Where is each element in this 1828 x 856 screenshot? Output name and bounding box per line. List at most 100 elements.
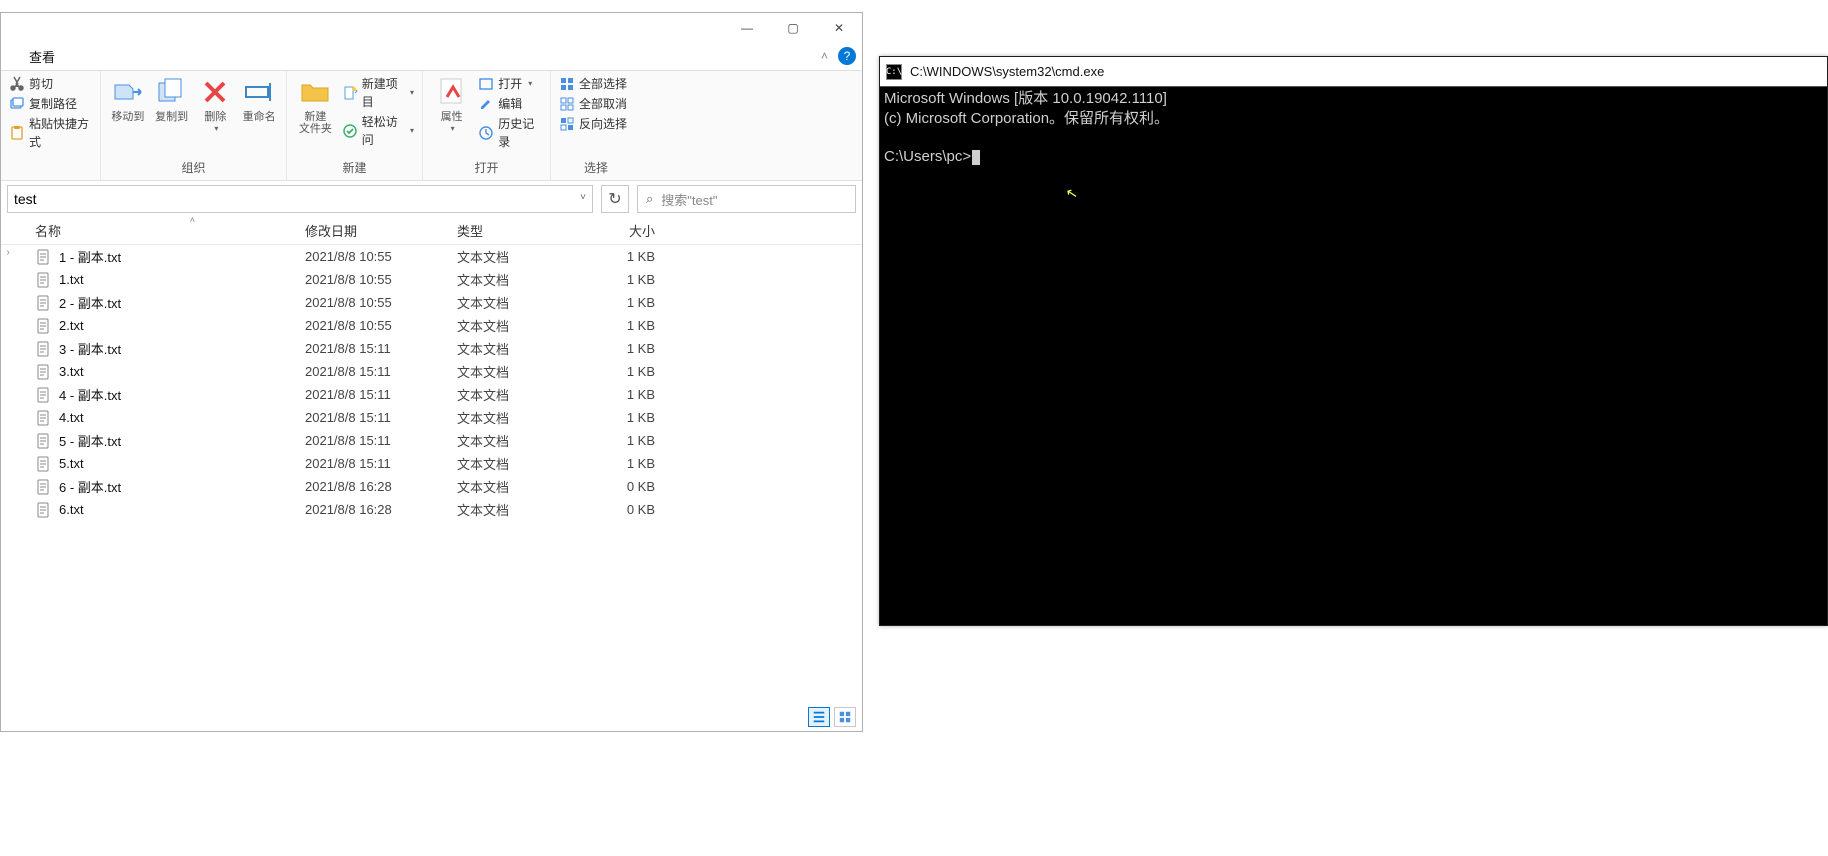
file-size: 1 KB (585, 249, 665, 264)
file-row[interactable]: 5 - 副本.txt2021/8/8 15:11文本文档1 KB (1, 429, 862, 452)
new-folder-label: 新建 文件夹 (299, 111, 332, 135)
file-size: 0 KB (585, 502, 665, 517)
close-button[interactable]: ✕ (816, 13, 862, 43)
paste-shortcut-icon (9, 125, 25, 141)
mouse-pointer-icon: ↖ (1064, 184, 1079, 204)
file-row[interactable]: 6.txt2021/8/8 16:28文本文档0 KB (1, 498, 862, 521)
file-name: 6 - 副本.txt (59, 477, 305, 496)
copy-path-icon (9, 96, 25, 112)
file-type: 文本文档 (457, 362, 585, 381)
cut-button[interactable]: 剪切 (9, 75, 92, 93)
chevron-down-icon: ▾ (410, 125, 414, 137)
cmd-line-1: Microsoft Windows [版本 10.0.19042.1110] (884, 90, 1167, 107)
open-button[interactable]: 打开▾ (478, 75, 542, 93)
file-size: 1 KB (585, 272, 665, 287)
file-row[interactable]: 3.txt2021/8/8 15:11文本文档1 KB (1, 360, 862, 383)
header-name[interactable]: 名称 ˄ (35, 221, 305, 240)
ribbon-collapse-icon[interactable]: ˄ (821, 49, 828, 63)
new-item-button[interactable]: 新建项目▾ (342, 75, 414, 111)
address-bar[interactable]: test ˅ (7, 185, 593, 213)
refresh-button[interactable]: ↻ (601, 185, 629, 213)
file-date: 2021/8/8 15:11 (305, 433, 457, 448)
text-document-icon (35, 386, 53, 404)
ribbon: 剪切 复制路径 粘贴快捷方式 移动到 (1, 71, 862, 181)
move-to-icon (111, 75, 145, 109)
file-list[interactable]: › 1 - 副本.txt2021/8/8 10:55文本文档1 KB1.txt2… (1, 245, 862, 731)
file-date: 2021/8/8 10:55 (305, 318, 457, 333)
scissors-icon (9, 76, 25, 92)
file-size: 1 KB (585, 364, 665, 379)
header-type[interactable]: 类型 (457, 221, 585, 240)
file-row[interactable]: 2 - 副本.txt2021/8/8 10:55文本文档1 KB (1, 291, 862, 314)
delete-button[interactable]: 删除 ▾ (197, 75, 235, 134)
easy-access-button[interactable]: 轻松访问▾ (342, 113, 414, 149)
details-view-button[interactable] (808, 707, 830, 727)
file-row[interactable]: 4.txt2021/8/8 15:11文本文档1 KB (1, 406, 862, 429)
delete-icon (198, 75, 232, 109)
file-name: 2 - 副本.txt (59, 293, 305, 312)
cmd-titlebar[interactable]: C:\ C:\WINDOWS\system32\cmd.exe (880, 57, 1827, 87)
file-type: 文本文档 (457, 385, 585, 404)
search-input[interactable]: ⌕ 搜索"test" (637, 185, 856, 213)
text-document-icon (35, 478, 53, 496)
ribbon-group-organize: 移动到 复制到 删除 ▾ 重命名 组织 (101, 71, 287, 180)
header-size[interactable]: 大小 (585, 221, 665, 240)
invert-selection-icon (559, 116, 575, 132)
cut-label: 剪切 (29, 75, 53, 93)
file-row[interactable]: 1.txt2021/8/8 10:55文本文档1 KB (1, 268, 862, 291)
text-document-icon (35, 248, 53, 266)
file-type: 文本文档 (457, 270, 585, 289)
file-row[interactable]: 5.txt2021/8/8 15:11文本文档1 KB (1, 452, 862, 475)
large-icons-view-button[interactable] (834, 707, 856, 727)
file-type: 文本文档 (457, 477, 585, 496)
nav-pane-handle[interactable]: › (1, 245, 15, 731)
file-row[interactable]: 4 - 副本.txt2021/8/8 15:11文本文档1 KB (1, 383, 862, 406)
file-row[interactable]: 1 - 副本.txt2021/8/8 10:55文本文档1 KB (1, 245, 862, 268)
text-document-icon (35, 317, 53, 335)
file-row[interactable]: 3 - 副本.txt2021/8/8 15:11文本文档1 KB (1, 337, 862, 360)
cmd-prompt: C:\Users\pc> (884, 148, 971, 165)
properties-label: 属性 (441, 111, 463, 123)
file-date: 2021/8/8 15:11 (305, 410, 457, 425)
minimize-button[interactable]: — (724, 13, 770, 43)
history-button[interactable]: 历史记录 (478, 115, 542, 151)
select-all-label: 全部选择 (579, 75, 627, 93)
new-folder-button[interactable]: 新建 文件夹 (295, 75, 336, 135)
search-icon: ⌕ (646, 191, 653, 207)
select-all-icon (559, 76, 575, 92)
text-document-icon (35, 340, 53, 358)
open-label: 打开 (498, 75, 522, 93)
select-all-button[interactable]: 全部选择 (559, 75, 627, 93)
file-size: 1 KB (585, 410, 665, 425)
copy-path-button[interactable]: 复制路径 (9, 95, 92, 113)
file-size: 1 KB (585, 387, 665, 402)
select-none-button[interactable]: 全部取消 (559, 95, 627, 113)
history-icon (478, 125, 494, 141)
rename-button[interactable]: 重命名 (240, 75, 278, 123)
copy-to-button[interactable]: 复制到 (153, 75, 191, 123)
open-group-label: 打开 (431, 159, 542, 178)
copy-path-label: 复制路径 (29, 95, 77, 113)
properties-button[interactable]: 属性 ▾ (431, 75, 472, 134)
header-date[interactable]: 修改日期 (305, 221, 457, 240)
file-date: 2021/8/8 15:11 (305, 456, 457, 471)
column-headers: 名称 ˄ 修改日期 类型 大小 (1, 217, 862, 245)
help-button[interactable]: ? (838, 47, 856, 65)
new-item-icon (342, 85, 358, 101)
ribbon-group-new: 新建 文件夹 新建项目▾ 轻松访问▾ 新建 (287, 71, 423, 180)
invert-selection-button[interactable]: 反向选择 (559, 115, 627, 133)
paste-shortcut-button[interactable]: 粘贴快捷方式 (9, 115, 92, 151)
chevron-down-icon: ▾ (451, 125, 455, 134)
tab-view[interactable]: 查看 (29, 47, 55, 66)
file-row[interactable]: 2.txt2021/8/8 10:55文本文档1 KB (1, 314, 862, 337)
move-to-button[interactable]: 移动到 (109, 75, 147, 123)
maximize-button[interactable]: ▢ (770, 13, 816, 43)
file-name: 2.txt (59, 318, 305, 333)
edit-button[interactable]: 编辑 (478, 95, 542, 113)
file-row[interactable]: 6 - 副本.txt2021/8/8 16:28文本文档0 KB (1, 475, 862, 498)
properties-icon (435, 75, 469, 109)
address-dropdown-icon[interactable]: ˅ (580, 192, 586, 203)
refresh-icon: ↻ (608, 189, 621, 209)
cmd-terminal[interactable]: Microsoft Windows [版本 10.0.19042.1110] (… (880, 87, 1827, 625)
file-explorer-window: — ▢ ✕ 查看 ˄ ? 剪切 复制路径 (0, 12, 863, 732)
